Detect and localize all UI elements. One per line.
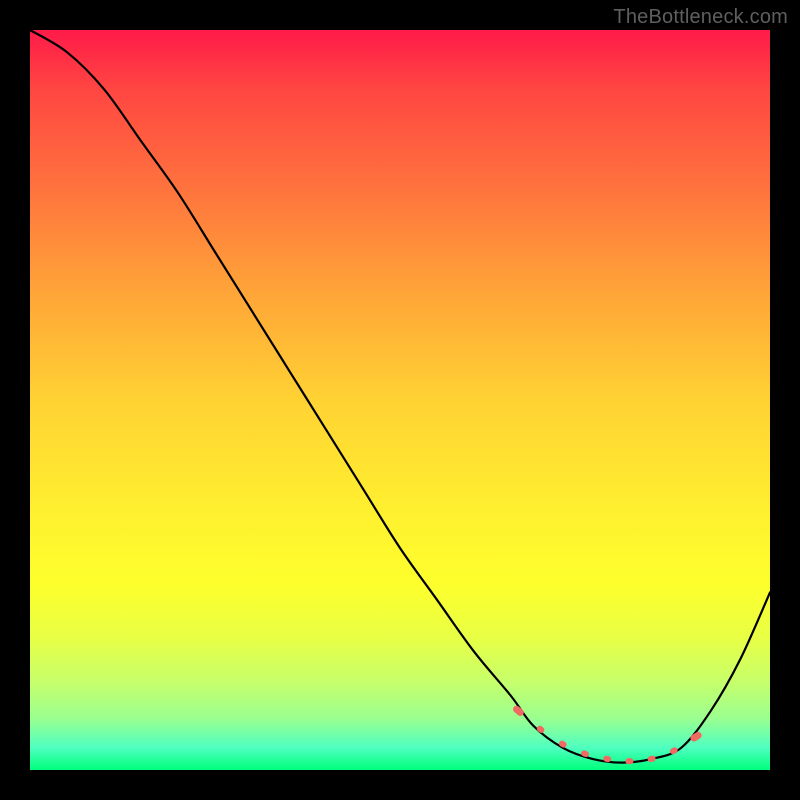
chart-frame: { "watermark": "TheBottleneck.com", "cha… [0,0,800,800]
watermark-text: TheBottleneck.com [613,6,788,29]
sweet-spot-marker [558,740,568,749]
plot-area [30,30,770,770]
chart-svg [30,30,770,770]
sweet-spot-marker [536,725,546,735]
bottleneck-curve [30,30,770,763]
sweet-spot-markers [512,704,703,764]
sweet-spot-marker [625,758,633,764]
sweet-spot-marker [647,755,656,763]
